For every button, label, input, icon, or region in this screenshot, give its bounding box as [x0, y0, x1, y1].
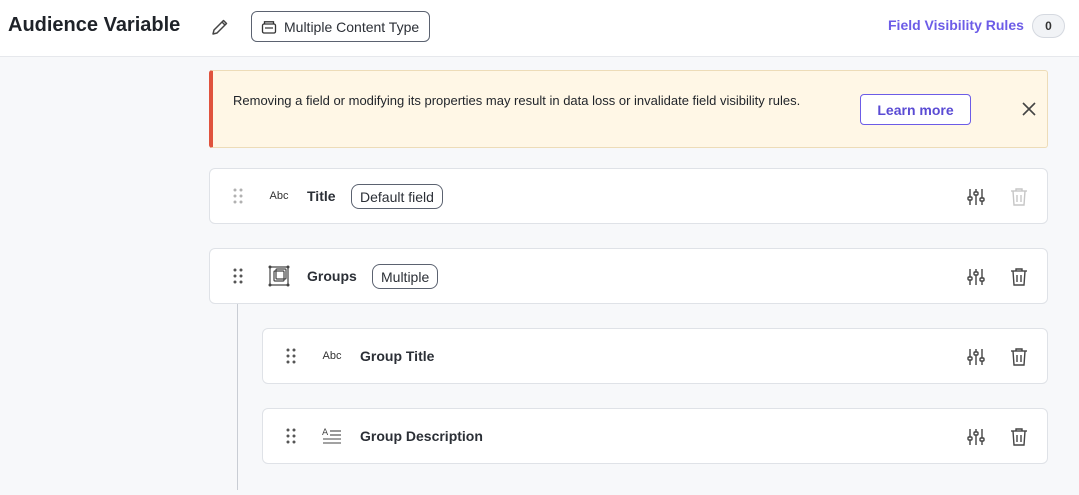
field-settings-button[interactable] [964, 425, 988, 449]
content-type-label: Multiple Content Type [284, 18, 420, 35]
trash-icon [1011, 348, 1027, 366]
alert-message: Removing a field or modifying its proper… [233, 93, 801, 108]
drag-handle-icon[interactable] [232, 187, 244, 205]
learn-more-button[interactable]: Learn more [860, 94, 971, 125]
sliders-icon [967, 269, 985, 285]
field-row-title[interactable]: Abc Title Default field [209, 168, 1048, 224]
trash-icon [1011, 188, 1027, 206]
trash-icon [1011, 428, 1027, 446]
sliders-icon [967, 189, 985, 205]
edit-title-button[interactable] [207, 14, 233, 40]
field-settings-button[interactable] [964, 345, 988, 369]
field-visibility-count-badge: 0 [1032, 14, 1065, 38]
field-settings-button[interactable] [964, 265, 988, 289]
content-type-button[interactable]: Multiple Content Type [251, 11, 431, 42]
field-name: Group Description [360, 428, 483, 444]
field-name: Groups [307, 268, 357, 284]
default-field-tag: Default field [351, 184, 443, 209]
group-icon [264, 263, 294, 289]
delete-field-button[interactable] [1007, 425, 1031, 449]
group-tree-line [237, 304, 238, 490]
multiline-text-icon: A [317, 423, 347, 449]
drag-handle-icon[interactable] [232, 267, 244, 285]
field-name: Group Title [360, 348, 435, 364]
multiple-tag: Multiple [372, 264, 439, 289]
sliders-icon [967, 429, 985, 445]
field-visibility-rules-link[interactable]: Field Visibility Rules [888, 17, 1024, 33]
text-abc-icon: Abc [269, 190, 289, 202]
field-row-group-description[interactable]: A Group Description [262, 408, 1048, 464]
field-name: Title [307, 188, 336, 204]
pencil-icon [212, 19, 228, 35]
close-alert-button[interactable] [1018, 98, 1040, 120]
close-icon [1022, 102, 1036, 116]
warning-alert: Removing a field or modifying its proper… [209, 70, 1048, 148]
svg-text:A: A [322, 428, 329, 438]
sliders-icon [967, 349, 985, 365]
field-row-groups[interactable]: Groups Multiple [209, 248, 1048, 304]
drag-handle-icon[interactable] [285, 347, 297, 365]
text-abc-icon: Abc [322, 350, 342, 362]
page-header: Audience Variable Multiple Content Type … [0, 0, 1079, 57]
field-row-group-title[interactable]: Abc Group Title [262, 328, 1048, 384]
delete-field-button[interactable] [1007, 185, 1031, 209]
page-title: Audience Variable [8, 14, 181, 36]
field-settings-button[interactable] [964, 185, 988, 209]
delete-field-button[interactable] [1007, 265, 1031, 289]
delete-field-button[interactable] [1007, 345, 1031, 369]
drag-handle-icon[interactable] [285, 427, 297, 445]
content-type-icon [261, 20, 277, 34]
trash-icon [1011, 268, 1027, 286]
